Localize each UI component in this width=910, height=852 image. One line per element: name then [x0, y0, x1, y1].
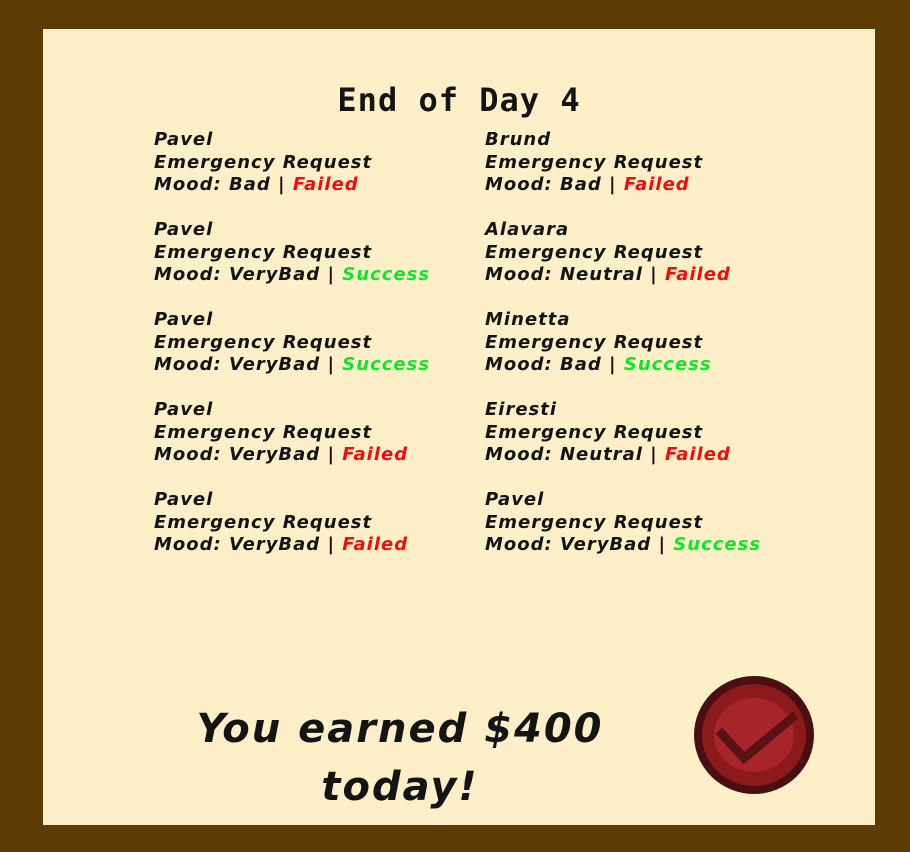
result-status: Failed	[342, 444, 409, 465]
customer-name: Pavel	[154, 309, 214, 330]
customer-name: Pavel	[154, 219, 214, 240]
result-status: Failed	[292, 174, 359, 195]
request-type: Emergency Request	[154, 241, 373, 263]
result-status: Failed	[623, 174, 690, 195]
mood-text: Mood: Bad |	[485, 354, 624, 375]
mood-line: Mood: Bad | Failed	[154, 174, 372, 197]
result-status: Success	[623, 354, 712, 375]
list-item: Pavel Emergency Request Mood: VeryBad | …	[154, 309, 430, 377]
mood-text: Mood: Neutral |	[485, 264, 665, 285]
mood-text: Mood: VeryBad |	[154, 354, 343, 375]
request-type: Emergency Request	[154, 151, 373, 173]
mood-text: Mood: Neutral |	[485, 444, 665, 465]
result-status: Success	[342, 354, 431, 375]
result-status: Success	[673, 534, 762, 555]
mood-text: Mood: Bad |	[154, 174, 293, 195]
mood-text: Mood: VeryBad |	[485, 534, 674, 555]
mood-line: Mood: VeryBad | Success	[485, 534, 761, 557]
customer-name: Eiresti	[485, 399, 558, 420]
request-type: Emergency Request	[485, 511, 704, 533]
customer-name: Pavel	[485, 489, 545, 510]
earnings-line-1: You earned $400	[196, 706, 604, 752]
request-type: Emergency Request	[485, 421, 704, 443]
mood-line: Mood: VeryBad | Failed	[154, 444, 408, 467]
request-type: Emergency Request	[154, 421, 373, 443]
customer-name: Alavara	[485, 219, 570, 240]
request-type: Emergency Request	[485, 241, 704, 263]
mood-text: Mood: VeryBad |	[154, 264, 343, 285]
earnings-message: You earned $400 today!	[130, 700, 670, 816]
list-item: Pavel Emergency Request Mood: VeryBad | …	[154, 219, 430, 287]
mood-line: Mood: Bad | Failed	[485, 174, 703, 197]
result-status: Success	[342, 264, 431, 285]
mood-text: Mood: VeryBad |	[154, 444, 343, 465]
mood-line: Mood: Neutral | Failed	[485, 264, 731, 287]
request-type: Emergency Request	[154, 331, 373, 353]
list-item: Alavara Emergency Request Mood: Neutral …	[485, 219, 731, 287]
mood-line: Mood: Bad | Success	[485, 354, 712, 377]
customer-name: Minetta	[485, 309, 571, 330]
list-item: Pavel Emergency Request Mood: Bad | Fail…	[154, 129, 372, 197]
result-status: Failed	[665, 264, 731, 285]
customer-name: Brund	[485, 129, 552, 150]
mood-line: Mood: VeryBad | Success	[154, 354, 430, 377]
list-item: Minetta Emergency Request Mood: Bad | Su…	[485, 309, 712, 377]
checkmark-icon	[715, 711, 799, 765]
result-status: Failed	[342, 534, 409, 555]
mood-text: Mood: Bad |	[485, 174, 624, 195]
request-type: Emergency Request	[485, 331, 704, 353]
mood-line: Mood: Neutral | Failed	[485, 444, 731, 467]
request-type: Emergency Request	[154, 511, 373, 533]
list-item: Brund Emergency Request Mood: Bad | Fail…	[485, 129, 703, 197]
request-type: Emergency Request	[485, 151, 704, 173]
earnings-line-2: today!	[321, 764, 479, 810]
mood-line: Mood: VeryBad | Failed	[154, 534, 408, 557]
page-title: End of Day 4	[337, 81, 581, 119]
mood-text: Mood: VeryBad |	[154, 534, 343, 555]
customer-name: Pavel	[154, 399, 214, 420]
customer-name: Pavel	[154, 489, 214, 510]
list-item: Pavel Emergency Request Mood: VeryBad | …	[154, 399, 408, 467]
mood-line: Mood: VeryBad | Success	[154, 264, 430, 287]
list-item: Pavel Emergency Request Mood: VeryBad | …	[154, 489, 408, 557]
list-item: Eiresti Emergency Request Mood: Neutral …	[485, 399, 731, 467]
list-item: Pavel Emergency Request Mood: VeryBad | …	[485, 489, 761, 557]
confirm-button[interactable]	[694, 676, 814, 794]
result-status: Failed	[665, 444, 731, 465]
customer-name: Pavel	[154, 129, 214, 150]
